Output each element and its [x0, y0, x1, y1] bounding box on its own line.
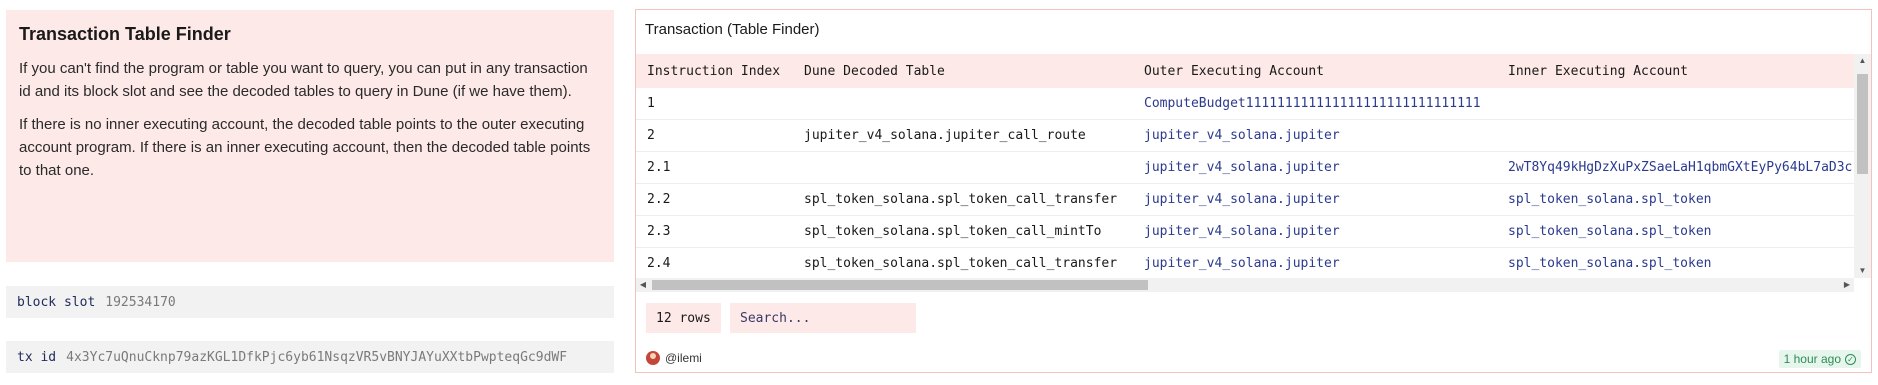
search-input[interactable]	[730, 303, 916, 333]
cell-decoded-table: spl_token_solana.spl_token_call_transfer	[804, 192, 1118, 207]
table-card: Transaction (Table Finder) Instruction I…	[635, 9, 1872, 373]
table-row: 2.4 spl_token_solana.spl_token_call_tran…	[636, 248, 1854, 278]
horizontal-scrollbar[interactable]: ◀ ▶	[636, 278, 1854, 292]
table-row: 2 jupiter_v4_solana.jupiter_call_route j…	[636, 120, 1854, 152]
arrow-down-icon[interactable]: ▼	[1854, 264, 1871, 278]
block-slot-label: block slot	[17, 294, 96, 310]
tx-id-value[interactable]: 4x3Yc7uQnuCknp79azKGL1DfkPjc6yb61NsqzVR5…	[66, 350, 567, 365]
updated-badge: 1 hour ago ✓	[1778, 350, 1861, 368]
horizontal-scroll-thumb[interactable]	[652, 280, 1148, 290]
cell-decoded-table: spl_token_solana.spl_token_call_transfer	[804, 256, 1118, 271]
table-row: 2.3 spl_token_solana.spl_token_call_mint…	[636, 216, 1854, 248]
cell-outer-account[interactable]: jupiter_v4_solana.jupiter	[1133, 160, 1497, 175]
text-panel: Transaction Table Finder If you can't fi…	[6, 10, 614, 262]
column-header[interactable]: Inner Executing Account	[1497, 64, 1854, 79]
cell-outer-account[interactable]: jupiter_v4_solana.jupiter	[1133, 192, 1497, 207]
tx-id-param[interactable]: tx id 4x3Yc7uQnuCknp79azKGL1DfkPjc6yb61N…	[6, 341, 614, 373]
cell-outer-account[interactable]: jupiter_v4_solana.jupiter	[1133, 256, 1497, 271]
cell-index: 2.4	[647, 256, 671, 271]
cell-outer-account[interactable]: ComputeBudget111111111111111111111111111…	[1133, 96, 1497, 111]
arrow-up-icon[interactable]: ▲	[1854, 54, 1871, 68]
cell-index: 2	[647, 128, 655, 143]
vertical-scrollbar[interactable]: ▲ ▼	[1854, 54, 1871, 278]
text-panel-title: Transaction Table Finder	[19, 24, 231, 44]
block-slot-param[interactable]: block slot 192534170	[6, 286, 614, 318]
text-panel-paragraph: If you can't find the program or table y…	[19, 60, 588, 100]
row-count: 12 rows	[646, 303, 721, 333]
table-row: 1 ComputeBudget1111111111111111111111111…	[636, 88, 1854, 120]
cell-index: 2.1	[647, 160, 671, 175]
table-title[interactable]: Transaction (Table Finder)	[645, 21, 820, 38]
cell-inner-account[interactable]: spl_token_solana.spl_token	[1497, 256, 1854, 271]
column-header[interactable]: Instruction Index	[636, 64, 793, 79]
author-name[interactable]: @ilemi	[665, 351, 702, 365]
avatar-icon	[646, 351, 660, 365]
cell-index: 2.3	[647, 224, 671, 239]
vertical-scroll-thumb[interactable]	[1857, 74, 1868, 174]
results-table: Instruction Index Dune Decoded Table Out…	[636, 54, 1854, 278]
block-slot-value[interactable]: 192534170	[105, 295, 175, 310]
cell-inner-account[interactable]: 2wT8Yq49kHgDzXuPxZSaeLaH1qbmGXtEyPy64bL7…	[1497, 160, 1854, 175]
table-header: Instruction Index Dune Decoded Table Out…	[636, 54, 1854, 88]
cell-index: 1	[647, 96, 655, 111]
author[interactable]: @ilemi	[646, 351, 702, 365]
column-header[interactable]: Outer Executing Account	[1133, 64, 1497, 79]
cell-outer-account[interactable]: jupiter_v4_solana.jupiter	[1133, 128, 1497, 143]
column-header[interactable]: Dune Decoded Table	[793, 64, 1133, 79]
timestamp-text: 1 hour ago	[1783, 352, 1841, 366]
cell-inner-account[interactable]: spl_token_solana.spl_token	[1497, 192, 1854, 207]
cell-decoded-table: spl_token_solana.spl_token_call_mintTo	[804, 224, 1102, 239]
check-circle-icon: ✓	[1845, 353, 1856, 365]
arrow-left-icon[interactable]: ◀	[636, 278, 650, 292]
cell-outer-account[interactable]: jupiter_v4_solana.jupiter	[1133, 224, 1497, 239]
table-row: 2.2 spl_token_solana.spl_token_call_tran…	[636, 184, 1854, 216]
cell-decoded-table: jupiter_v4_solana.jupiter_call_route	[804, 128, 1086, 143]
cell-index: 2.2	[647, 192, 671, 207]
table-row: 2.1 jupiter_v4_solana.jupiter 2wT8Yq49kH…	[636, 152, 1854, 184]
tx-id-label: tx id	[17, 349, 57, 365]
arrow-right-icon[interactable]: ▶	[1840, 278, 1854, 292]
text-panel-paragraph: If there is no inner executing account, …	[19, 116, 591, 179]
cell-inner-account[interactable]: spl_token_solana.spl_token	[1497, 224, 1854, 239]
